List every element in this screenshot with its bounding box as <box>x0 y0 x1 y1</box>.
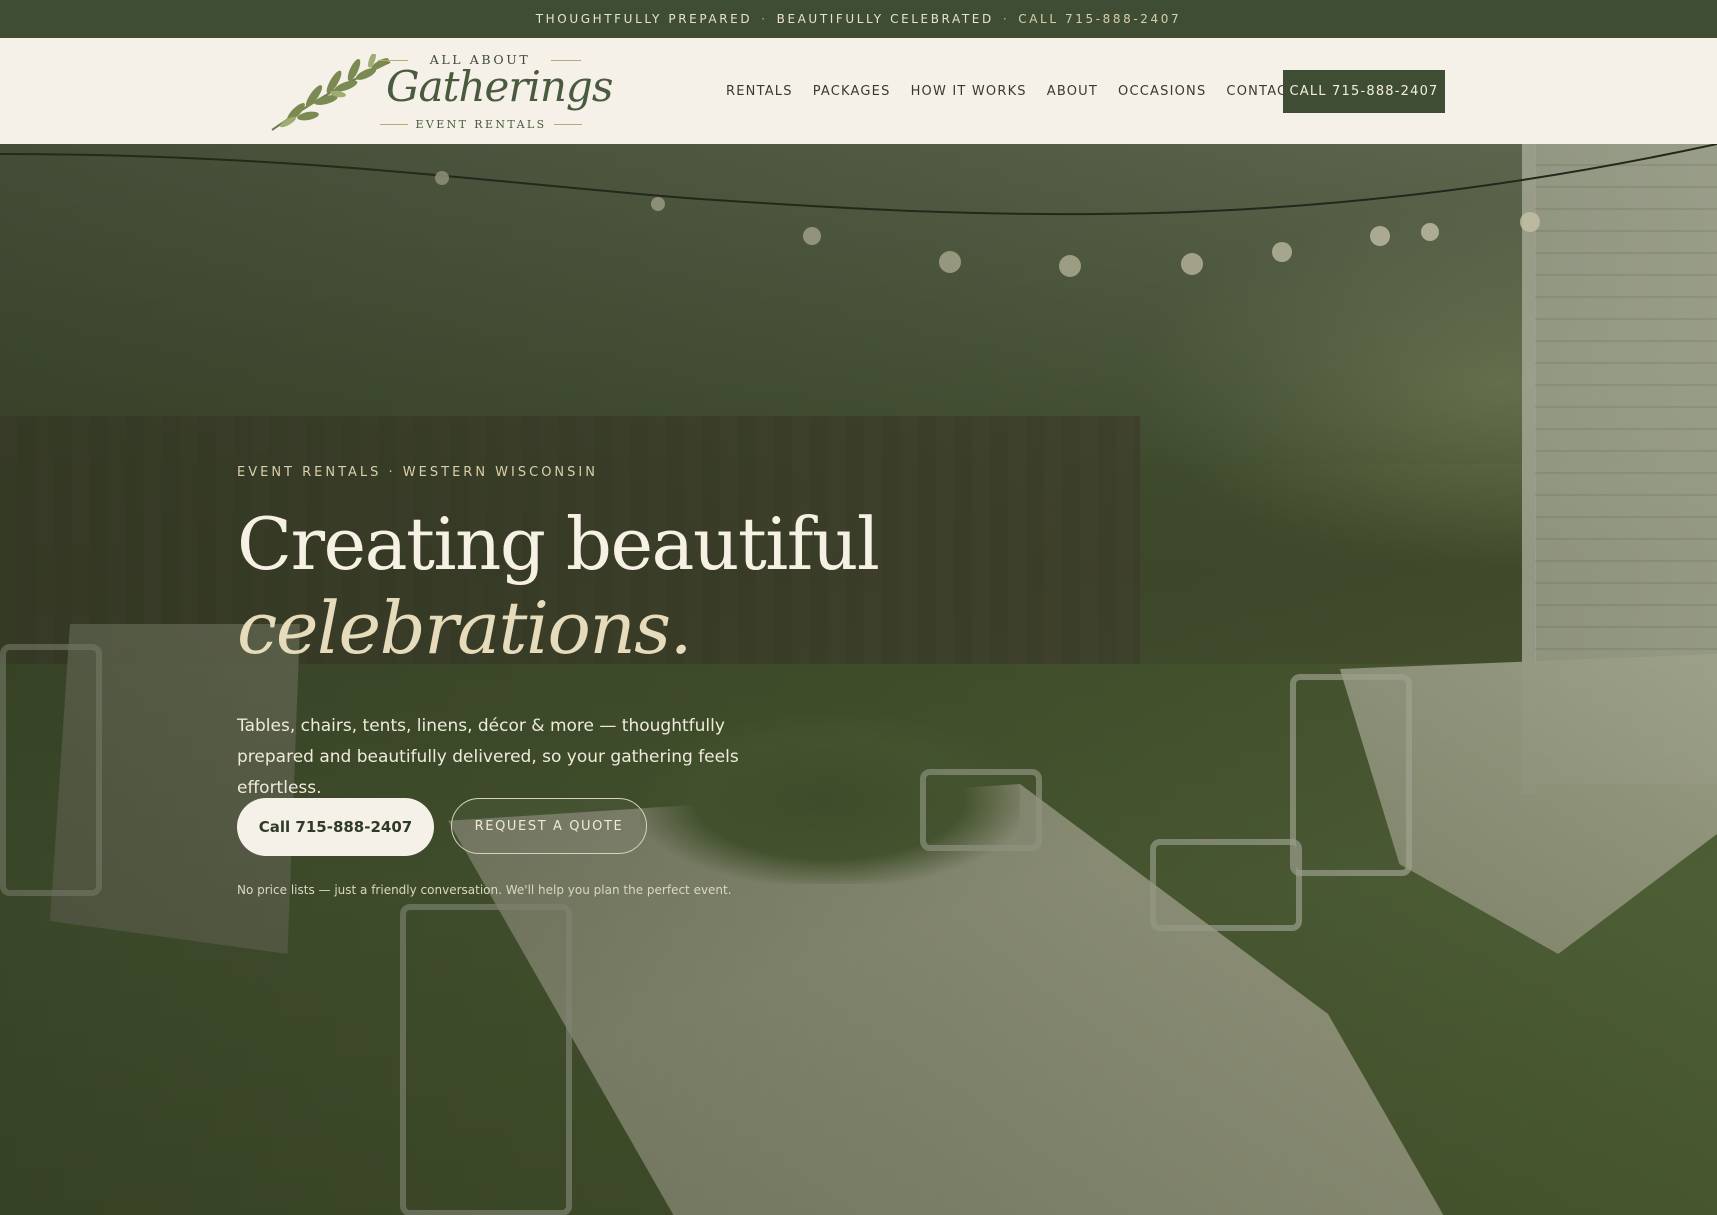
nav-item-how-it-works[interactable]: HOW IT WORKS <box>911 84 1027 99</box>
announcement-bar: THOUGHTFULLY PREPARED · BEAUTIFULLY CELE… <box>0 0 1717 38</box>
header-call-button[interactable]: CALL 715-888-2407 <box>1283 70 1445 113</box>
request-quote-button[interactable]: REQUEST A QUOTE <box>451 798 647 854</box>
announcement-separator: · <box>761 12 768 26</box>
hero-call-button[interactable]: Call 715-888-2407 <box>237 798 434 856</box>
announcement-phone-link[interactable]: CALL 715-888-2407 <box>1018 12 1181 26</box>
hero-description: Tables, chairs, tents, linens, décor & m… <box>237 716 739 798</box>
logo-text-main: Gatherings <box>386 62 613 111</box>
hero-note: No price lists — just a friendly convers… <box>237 883 732 897</box>
site-logo[interactable]: ALL ABOUT Gatherings EVENT RENTALS <box>268 46 613 138</box>
announcement-separator: · <box>1002 12 1010 26</box>
hero-eyebrow: EVENT RENTALS · WESTERN WISCONSIN <box>237 465 598 480</box>
nav-item-occasions[interactable]: OCCASIONS <box>1118 84 1206 99</box>
nav-item-packages[interactable]: PACKAGES <box>813 84 891 99</box>
site-header: ALL ABOUT Gatherings EVENT RENTALS RENTA… <box>0 38 1717 144</box>
main-nav: RENTALS PACKAGES HOW IT WORKS ABOUT OCCA… <box>726 38 1316 144</box>
hero-section: EVENT RENTALS · WESTERN WISCONSIN Creati… <box>0 144 1717 1215</box>
announcement-text-2: BEAUTIFULLY CELEBRATED <box>776 12 994 26</box>
announcement-text-1: THOUGHTFULLY PREPARED <box>535 12 753 26</box>
hero-headline-line-2: celebrations. <box>237 586 693 670</box>
nav-item-about[interactable]: ABOUT <box>1047 84 1098 99</box>
olive-branch-icon <box>271 54 391 131</box>
logo-text-sub: EVENT RENTALS <box>415 118 547 131</box>
hero-headline-line-1: Creating beautiful <box>237 502 880 586</box>
nav-item-rentals[interactable]: RENTALS <box>726 84 793 99</box>
